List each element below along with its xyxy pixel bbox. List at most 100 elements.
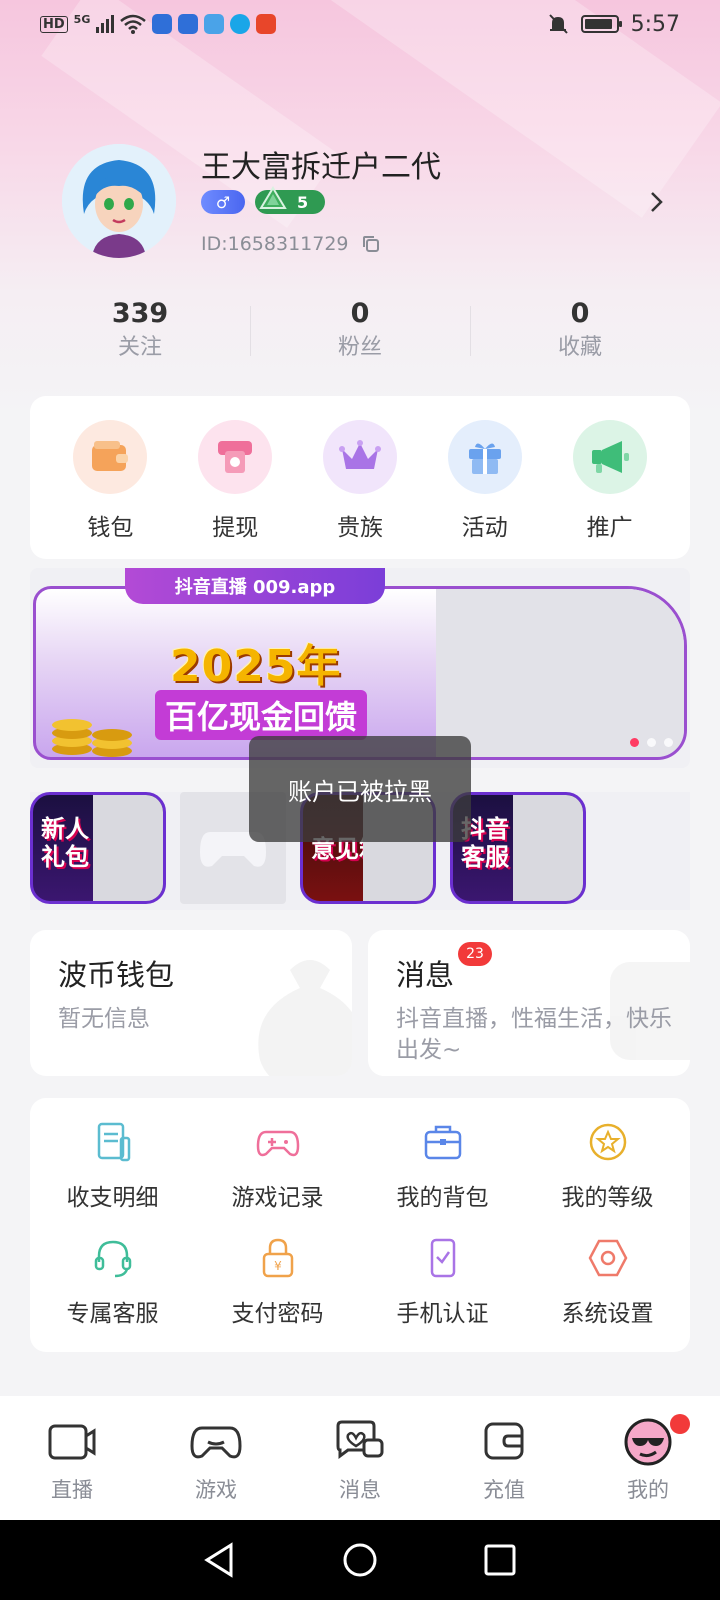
wallet-icon — [92, 441, 129, 471]
phone-verify-icon — [430, 1238, 455, 1278]
user-badges: ♂ 5 — [201, 186, 325, 214]
crown-icon — [338, 440, 381, 469]
shop-app-icon — [256, 14, 277, 34]
grid-item-settings[interactable]: 系统设置 — [525, 1236, 690, 1352]
stat-label: 收藏 — [557, 335, 602, 360]
lock-icon: ¥ — [262, 1238, 293, 1278]
nav-tab-games[interactable]: 游戏 — [166, 1416, 266, 1520]
hd-indicator: HD — [40, 15, 68, 33]
system-navigation-bar — [0, 1520, 720, 1600]
coin-wallet-card[interactable]: 波币钱包 暂无信息 — [30, 930, 352, 1076]
level-badge: 5 — [255, 186, 325, 214]
stat-label: 关注 — [117, 335, 162, 360]
toast-message: 账户已被拉黑 — [249, 736, 471, 842]
quick-action-icon-bg — [447, 420, 522, 494]
stat-fans[interactable]: 0 粉丝 — [250, 296, 470, 366]
message-title: 消息 — [396, 958, 455, 992]
gender-badge: ♂ — [201, 190, 245, 214]
message-card[interactable]: 消息 23 抖音直播，性福生活，快乐出发~ — [368, 930, 690, 1076]
user-id: ID:1658311729 — [201, 233, 349, 255]
quick-action-label: 贵族 — [336, 515, 383, 541]
quick-action-nobility[interactable]: 贵族 — [310, 420, 410, 559]
level-star-icon — [589, 1123, 626, 1161]
quick-action-label: 活动 — [461, 515, 508, 541]
grid-item-my-level[interactable]: 我的等级 — [525, 1120, 690, 1236]
headset-icon — [94, 1240, 131, 1278]
gamepad-icon — [256, 1130, 299, 1157]
live-icon — [48, 1424, 96, 1460]
quick-action-label: 推广 — [586, 515, 633, 541]
quick-action-wallet[interactable]: 钱包 — [60, 420, 160, 559]
level-number: 5 — [297, 192, 309, 212]
notification-dot — [670, 1414, 690, 1434]
stat-following[interactable]: 339 关注 — [30, 296, 250, 366]
chevron-right-icon[interactable] — [644, 190, 668, 214]
tile-label: 新人礼包 — [41, 815, 89, 871]
mute-bell-icon — [548, 14, 568, 34]
news-icon-2 — [178, 14, 199, 34]
level-gem-icon — [259, 186, 287, 209]
recents-icon[interactable] — [483, 1543, 517, 1577]
bottom-navigation: 直播 游戏 消息 充值 我的 — [0, 1396, 720, 1520]
banner-headline: 2025年 — [170, 641, 342, 692]
gamepad-icon — [190, 1426, 242, 1459]
quick-action-icon-bg — [322, 420, 397, 494]
grid-item-transactions[interactable]: 收支明细 — [30, 1120, 195, 1236]
grid-label: 专属客服 — [66, 1301, 159, 1327]
recharge-icon — [484, 1422, 524, 1460]
banner-dot[interactable] — [647, 738, 656, 747]
network-type: 5G — [73, 12, 91, 26]
stat-label: 粉丝 — [337, 335, 382, 360]
avatar-illustration — [62, 144, 176, 258]
quick-action-events[interactable]: 活动 — [435, 420, 535, 559]
quick-actions-card: 钱包 提现 贵族 活动 推广 — [30, 396, 690, 559]
user-id-row: ID:1658311729 — [201, 233, 381, 255]
gift-icon — [468, 443, 501, 474]
wallet-subtitle: 暂无信息 — [58, 1006, 150, 1032]
chat-app-icon — [230, 14, 251, 34]
settings-hex-icon — [588, 1239, 627, 1277]
clock: 5:57 — [630, 11, 680, 37]
battery-icon — [580, 15, 622, 33]
me-avatar-icon — [624, 1418, 672, 1466]
quick-action-icon-bg — [572, 420, 647, 494]
nav-label: 直播 — [51, 1478, 93, 1502]
nav-label: 游戏 — [195, 1478, 237, 1502]
wallet-app-icon — [204, 14, 225, 34]
grid-item-payment-password[interactable]: ¥ 支付密码 — [195, 1236, 360, 1352]
svg-text:¥: ¥ — [274, 1259, 282, 1273]
grid-item-phone-verify[interactable]: 手机认证 — [360, 1236, 525, 1352]
quick-action-label: 提现 — [212, 515, 259, 541]
copy-icon[interactable] — [361, 234, 381, 254]
back-icon[interactable] — [203, 1542, 237, 1578]
avatar[interactable] — [62, 144, 176, 258]
signal-icon — [96, 15, 115, 33]
backpack-icon — [424, 1125, 461, 1160]
nav-tab-me[interactable]: 我的 — [598, 1414, 698, 1520]
username: 王大富拆迁户二代 — [201, 150, 441, 185]
nav-tab-live[interactable]: 直播 — [22, 1416, 122, 1520]
grid-label: 手机认证 — [396, 1301, 489, 1327]
function-grid: 收支明细 游戏记录 我的背包 我的等级 专属客服 ¥ 支付密码 手机认证 系统设… — [30, 1098, 690, 1352]
tile-photo-placeholder — [513, 795, 583, 901]
grid-item-backpack[interactable]: 我的背包 — [360, 1120, 525, 1236]
quick-action-icon-bg — [198, 420, 273, 494]
banner-tab: 抖音直播 009.app — [125, 568, 385, 604]
banner-dot[interactable] — [664, 738, 673, 747]
nav-label: 充值 — [483, 1478, 525, 1502]
stat-favorites[interactable]: 0 收藏 — [470, 296, 690, 366]
nav-tab-recharge[interactable]: 充值 — [454, 1416, 554, 1520]
quick-action-promote[interactable]: 推广 — [560, 420, 660, 559]
quick-action-withdraw[interactable]: 提现 — [185, 420, 285, 559]
grid-item-game-records[interactable]: 游戏记录 — [195, 1120, 360, 1236]
nav-tab-messages[interactable]: 消息 — [310, 1416, 410, 1520]
withdraw-icon — [218, 441, 253, 473]
ledger-icon — [97, 1122, 130, 1162]
grid-label: 游戏记录 — [231, 1185, 324, 1211]
tile-newbie-gift[interactable]: 新人礼包 — [30, 792, 166, 904]
quick-action-label: 钱包 — [87, 515, 134, 541]
nav-label: 消息 — [339, 1478, 381, 1502]
grid-item-customer-service[interactable]: 专属客服 — [30, 1236, 195, 1352]
banner-dot[interactable] — [630, 738, 639, 747]
home-icon[interactable] — [342, 1542, 378, 1578]
